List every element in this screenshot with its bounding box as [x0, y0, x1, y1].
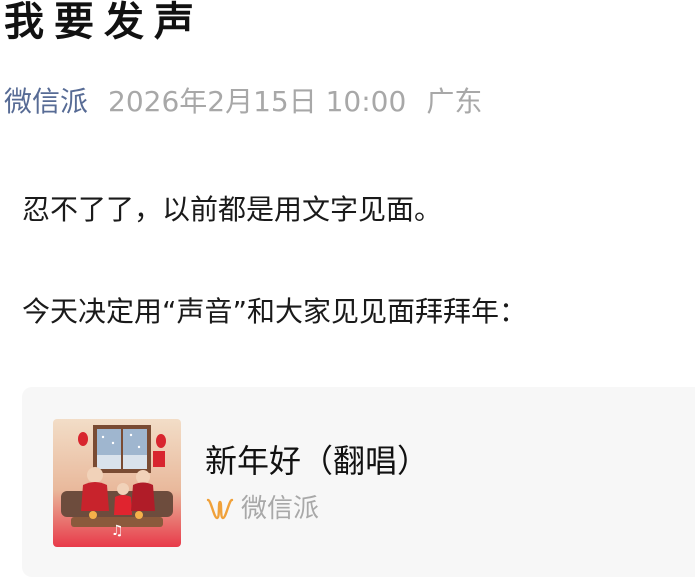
svg-text:♫: ♫: [111, 523, 124, 539]
song-title[interactable]: 新年好（翻唱）: [205, 439, 429, 483]
wave-logo-icon: [205, 496, 235, 522]
music-card[interactable]: ♫ 新年好（翻唱） 微信派: [22, 387, 695, 577]
article-title: 我要发声: [4, 0, 204, 45]
paragraph-2: 今天决定用“声音”和大家见见面拜拜年：: [22, 295, 528, 328]
publish-location: 广东: [426, 85, 483, 118]
publish-date: 2026年2月15日 10:00: [108, 85, 407, 118]
album-cover-image[interactable]: ♫: [53, 419, 181, 547]
new-year-family-illustration: ♫: [53, 419, 181, 547]
account-name-link[interactable]: 微信派: [4, 80, 88, 120]
article-meta: 微信派 2026年2月15日 10:00 广东: [4, 80, 482, 120]
song-source-name: 微信派: [241, 494, 320, 524]
song-source: 微信派: [205, 491, 319, 527]
paragraph-1: 忍不了了，以前都是用文字见面。: [22, 193, 443, 226]
